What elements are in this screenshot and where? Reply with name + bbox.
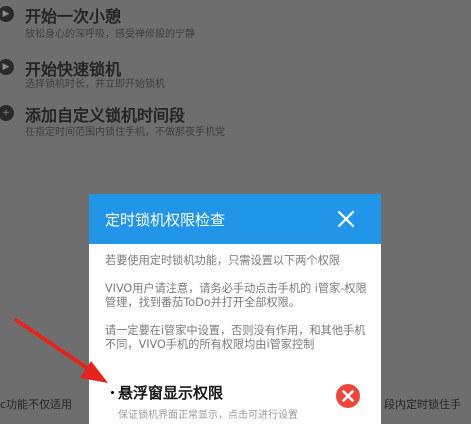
permission-check-dialog: 定时锁机权限检查 若要使用定时锁机功能，只需设置以下两个权限 VIVO用户请注意… (89, 194, 381, 424)
action-subtitle: 在指定时间范围内锁住手机，不做那夜手机党 (25, 127, 225, 138)
dialog-paragraph: 请一定要在i管家中设置，否则没有作用，和其他手机不同，VIVO手机的所有权限均由… (105, 323, 366, 352)
dialog-header: 定时锁机权限检查 (89, 194, 381, 244)
permission-subtitle: 保证锁机界面正常显示，点击可进行设置 (118, 410, 298, 421)
dialog-body: 若要使用定时锁机功能，只需设置以下两个权限 VIVO用户请注意，请务必手动点击手… (105, 254, 367, 353)
plus-icon: + (0, 105, 14, 121)
error-close-icon (342, 390, 354, 402)
action-title: 开始一次小憩 (25, 7, 122, 26)
play-icon: ▶ (0, 6, 14, 22)
dialog-paragraph: 若要使用定时锁机功能，只需设置以下两个权限 (105, 254, 340, 267)
close-icon (337, 210, 355, 228)
action-subtitle: 选择锁机时长，并立即开始锁机 (25, 79, 165, 90)
permission-status-button[interactable] (336, 384, 360, 408)
dialog-title: 定时锁机权限检查 (105, 211, 226, 229)
action-subtitle: 放松身心的深呼吸，感受禅修般的宁静 (25, 29, 195, 40)
bullet-dot (111, 391, 114, 394)
play-icon: ▶ (0, 59, 14, 75)
background-text-fragment: 段内定时锁住手 (384, 398, 461, 411)
close-button[interactable] (334, 207, 358, 231)
permission-title: 悬浮窗显示权限 (118, 384, 224, 402)
background-text-fragment: c功能不仅适用 (0, 398, 73, 411)
dialog-paragraph: VIVO用户请注意，请务必手动点击手机的 i管家-权限管理，找到番茄ToDo并打… (105, 281, 367, 310)
